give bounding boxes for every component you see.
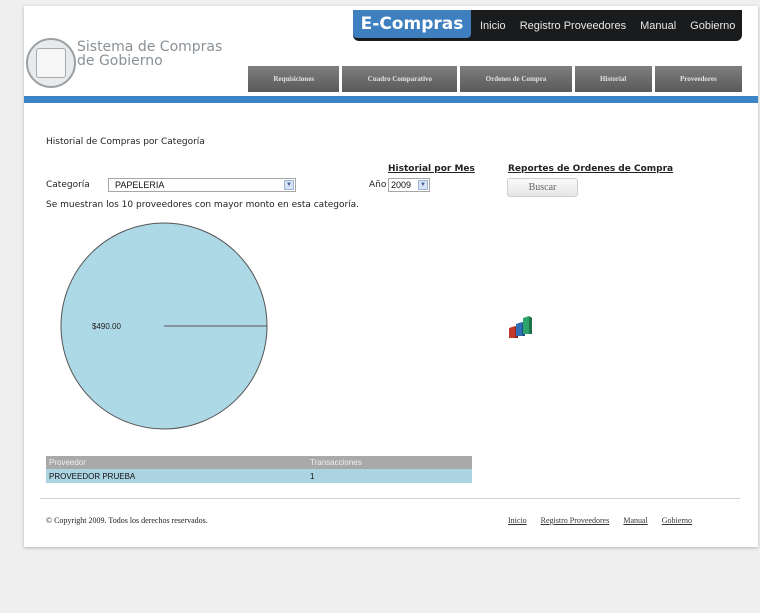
- footer-links: Inicio Registro Proveedores Manual Gobie…: [494, 516, 692, 525]
- top-link-inicio[interactable]: Inicio: [480, 20, 506, 32]
- chevron-down-icon[interactable]: ▼: [284, 180, 294, 190]
- pie-chart: $490.00: [60, 222, 268, 430]
- footer-link-gobierno[interactable]: Gobierno: [662, 516, 692, 525]
- accent-bar: [24, 96, 758, 103]
- main-tabs: Requisiciones Cuadro Comparativo Ordenes…: [248, 66, 743, 92]
- brand-title: Sistema de Compras de Gobierno: [77, 40, 222, 68]
- tab-ordenes-de-compra[interactable]: Ordenes de Compra: [460, 66, 575, 92]
- tab-historial[interactable]: Historial: [574, 66, 655, 92]
- anio-select[interactable]: 2009 ▼: [388, 178, 430, 192]
- categoria-select[interactable]: PAPELERIA ▼: [108, 178, 296, 192]
- providers-table: Proveedor Transacciones PROVEEDOR PRUEBA…: [46, 456, 472, 483]
- cell-transacciones: 1: [310, 471, 315, 481]
- top-link-registro-proveedores[interactable]: Registro Proveedores: [520, 20, 626, 32]
- top-link-manual[interactable]: Manual: [640, 20, 676, 32]
- categoria-label: Categoría: [46, 180, 90, 190]
- tab-proveedores[interactable]: Proveedores: [654, 66, 743, 92]
- top-providers-note: Se muestran los 10 proveedores con mayor…: [46, 200, 360, 210]
- reportes-ordenes-link[interactable]: Reportes de Ordenes de Compra: [508, 164, 673, 174]
- pie-data-label: $490.00: [92, 322, 121, 331]
- copyright-text: © Copyright 2009. Todos los derechos res…: [46, 516, 208, 525]
- bar-chart-icon[interactable]: [507, 314, 533, 340]
- footer-link-manual[interactable]: Manual: [623, 516, 647, 525]
- header-transacciones: Transacciones: [310, 458, 362, 467]
- section-title: Historial de Compras por Categoría: [46, 137, 205, 147]
- footer-link-registro-proveedores[interactable]: Registro Proveedores: [541, 516, 610, 525]
- footer-divider: [40, 498, 740, 499]
- tab-cuadro-comparativo[interactable]: Cuadro Comparativo: [342, 66, 461, 92]
- top-link-gobierno[interactable]: Gobierno: [690, 20, 735, 32]
- government-seal-logo: [26, 38, 76, 88]
- app-name-badge: E-Compras: [353, 10, 471, 38]
- footer-link-inicio[interactable]: Inicio: [508, 516, 527, 525]
- tab-requisiciones[interactable]: Requisiciones: [248, 66, 343, 92]
- table-header: Proveedor Transacciones: [46, 456, 472, 469]
- anio-label: Año: [369, 180, 387, 190]
- header-proveedor: Proveedor: [49, 458, 86, 467]
- brand-line-2: de Gobierno: [77, 53, 163, 69]
- chevron-down-icon[interactable]: ▼: [418, 180, 428, 190]
- historial-por-mes-link[interactable]: Historial por Mes: [388, 164, 475, 174]
- buscar-button[interactable]: Buscar: [507, 178, 578, 197]
- brand-line-1: Sistema de Compras: [77, 39, 223, 55]
- anio-selected-value: 2009: [391, 180, 412, 190]
- top-nav-links: Inicio Registro Proveedores Manual Gobie…: [472, 10, 741, 41]
- categoria-selected-value: PAPELERIA: [115, 180, 165, 190]
- table-row: PROVEEDOR PRUEBA 1: [46, 469, 472, 483]
- cell-proveedor: PROVEEDOR PRUEBA: [49, 471, 136, 481]
